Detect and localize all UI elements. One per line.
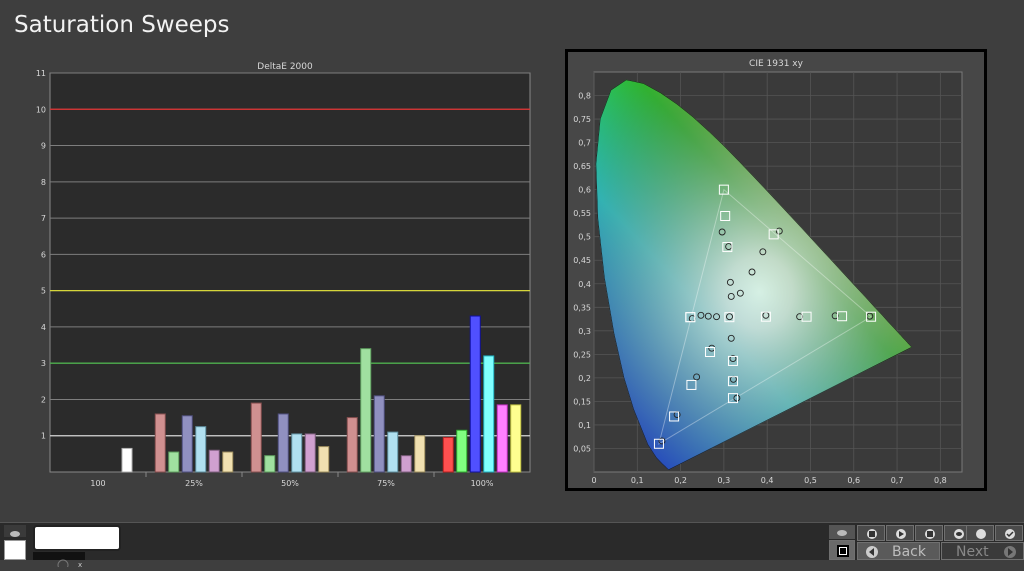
cie-chart: CIE 1931 xy 0,05 0,1 0,15 0,2 0,25 0,3 0,35 0,4… (573, 59, 963, 485)
eye-icon-right[interactable] (829, 525, 855, 539)
deltae-bar-green (168, 451, 180, 473)
cie-x-tick-label: 0,5 (804, 476, 817, 485)
next-label: Next (956, 544, 989, 560)
cie-y-tick-label: 0,35 (573, 303, 591, 312)
cie-y-tick-label: 0,6 (578, 186, 591, 195)
deltae-chart: DeltaE 2000 1 2 3 4 5 6 7 8 9 10 11 100 25% 50% 75% 10… (36, 62, 531, 488)
check-button[interactable] (995, 525, 1023, 541)
cie-y-tick-label: 0,25 (573, 350, 591, 359)
deltae-bar-green (456, 429, 468, 473)
cie-y-tick-label: 0,55 (573, 209, 591, 218)
cie-y-tick-label: 0,5 (578, 233, 591, 242)
deltae-y-tick-label: 3 (41, 359, 46, 368)
deltae-y-tick-label: 6 (41, 250, 46, 259)
cie-x-tick-label: 0,8 (934, 476, 947, 485)
deltae-bar-magenta (208, 449, 220, 473)
cie-y-tick-label: 0,4 (578, 280, 591, 289)
deltae-bar-blue (373, 395, 385, 473)
cie-y-tick-label: 0,3 (578, 327, 591, 336)
deltae-bar-cyan (195, 426, 207, 473)
deltae-y-tick-label: 1 (41, 432, 46, 441)
deltae-y-tick-label: 7 (41, 214, 46, 223)
play-button[interactable] (886, 525, 914, 541)
deltae-plot-area (49, 72, 531, 473)
deltae-bar-cyan (483, 355, 495, 473)
color-swatch-small[interactable] (4, 540, 26, 560)
cie-chart-panel: CIE 1931 xy 0,05 0,1 0,15 0,2 0,25 0,3 0,35 0,4… (565, 49, 987, 491)
bottom-toolbar: x Back Next (0, 522, 1024, 571)
settings-button[interactable] (966, 525, 994, 541)
stop-button[interactable] (829, 540, 855, 560)
deltae-bar-cyan (387, 431, 399, 473)
deltae-y-tick-label: 9 (41, 142, 46, 151)
deltae-bar-blue (181, 415, 193, 473)
cie-x-tick-label: 0,7 (891, 476, 904, 485)
save-button[interactable] (915, 525, 943, 541)
cie-y-tick-label: 0,45 (573, 256, 591, 265)
deltae-bar-white (121, 447, 133, 473)
cie-x-tick-label: 0,2 (674, 476, 687, 485)
deltae-bar-red (346, 417, 358, 473)
deltae-y-tick-label: 10 (36, 105, 46, 114)
cie-chart-title: CIE 1931 xy (749, 59, 804, 69)
deltae-bar-cyan (291, 433, 303, 473)
deltae-bar-green (360, 348, 372, 473)
cie-x-tick-label: 0,1 (631, 476, 644, 485)
deltae-bar-yellow (222, 451, 234, 473)
cie-x-tick-label: 0,4 (761, 476, 774, 485)
svg-text:x: x (78, 561, 82, 567)
deltae-bar-magenta (400, 455, 412, 473)
deltae-bar-green (264, 455, 276, 473)
cie-y-tick-label: 0,15 (573, 397, 591, 406)
deltae-bar-blue (469, 315, 481, 473)
cie-x-tick-label: 0,6 (847, 476, 860, 485)
deltae-y-tick-label: 2 (41, 395, 46, 404)
deltae-bar-magenta (304, 433, 316, 473)
cie-y-tick-label: 0,1 (578, 421, 591, 430)
deltae-y-tick-label: 8 (41, 178, 46, 187)
next-button[interactable]: Next (941, 542, 1024, 560)
back-label: Back (892, 544, 926, 560)
deltae-bar-red (250, 402, 262, 473)
deltae-x-tick-label: 100% (471, 479, 494, 488)
cie-y-tick-label: 0,65 (573, 162, 591, 171)
deltae-x-tick-label: 75% (377, 479, 395, 488)
deltae-bar-red (154, 413, 166, 473)
cie-y-tick-label: 0,2 (578, 374, 591, 383)
cie-x-tick-label: 0 (591, 476, 596, 485)
eye-icon[interactable] (4, 525, 26, 537)
cie-x-tick-label: 0,3 (718, 476, 731, 485)
deltae-y-tick-label: 11 (36, 69, 46, 78)
deltae-y-tick-label: 5 (41, 287, 46, 296)
deltae-bar-yellow (318, 446, 330, 473)
deltae-bar-red (442, 437, 454, 473)
record-button[interactable] (857, 525, 885, 541)
deltae-y-tick-label: 4 (41, 323, 46, 332)
cie-y-tick-label: 0,05 (573, 444, 591, 453)
deltae-bar-blue (277, 413, 289, 473)
deltae-x-tick-label: 50% (281, 479, 299, 488)
cie-y-tick-label: 0,8 (578, 92, 591, 101)
deltae-x-tick-label: 25% (185, 479, 203, 488)
deltae-bar-yellow (510, 404, 522, 473)
cie-y-tick-label: 0,75 (573, 115, 591, 124)
deltae-bar-magenta (496, 404, 508, 473)
color-swatch-large[interactable] (33, 525, 121, 551)
deltae-bar-yellow (414, 435, 426, 473)
deltae-x-tick-label: 100 (90, 479, 105, 488)
back-button[interactable]: Back (857, 542, 940, 560)
cie-y-tick-label: 0,7 (578, 139, 591, 148)
deltae-chart-title: DeltaE 2000 (257, 62, 313, 72)
page-title: Saturation Sweeps (14, 12, 230, 38)
